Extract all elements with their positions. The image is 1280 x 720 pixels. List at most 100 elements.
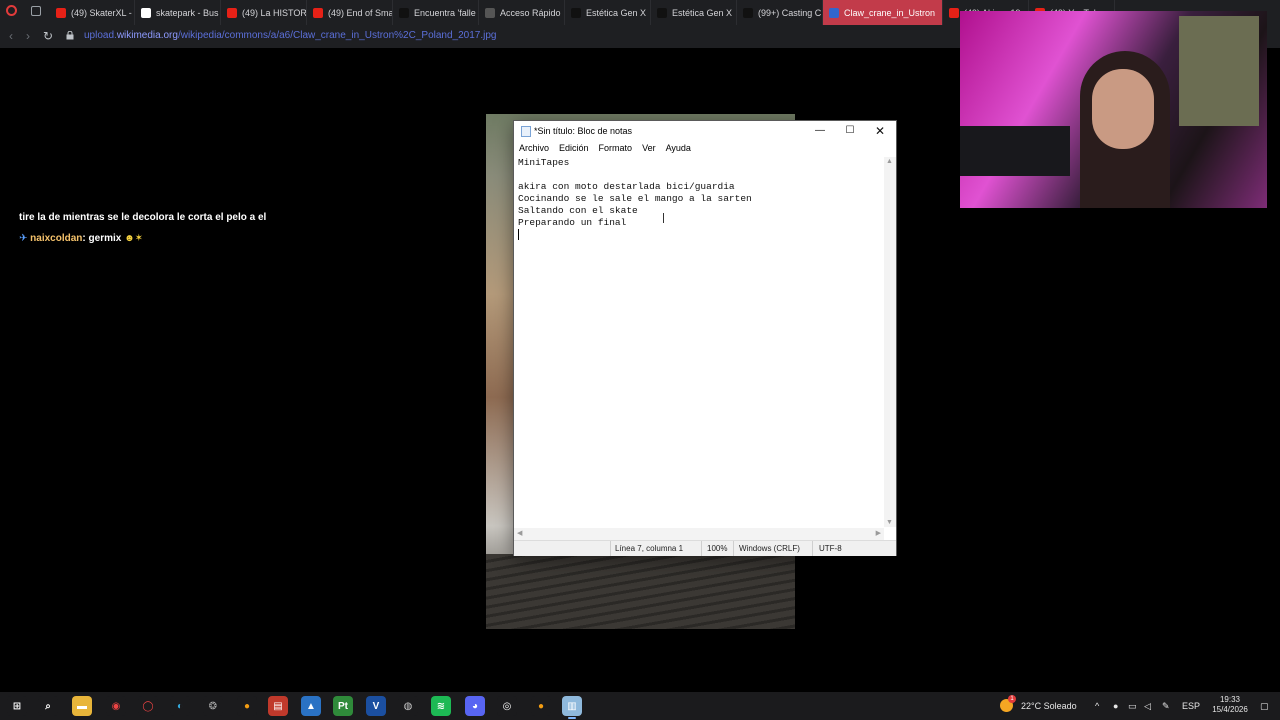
google-icon	[141, 7, 151, 18]
photos-icon[interactable]: ▲	[301, 696, 321, 716]
tab-search-icon[interactable]	[31, 6, 41, 16]
clock[interactable]: 19:33 15/4/2026	[1205, 695, 1255, 715]
pt-app-icon[interactable]: Pt	[333, 696, 353, 716]
menu-edicion[interactable]: Edición	[554, 141, 594, 156]
browser-tab[interactable]: skatepark - Bus	[135, 0, 221, 25]
menu-formato[interactable]: Formato	[594, 141, 638, 156]
menu-ayuda[interactable]: Ayuda	[661, 141, 696, 156]
forward-icon[interactable]: ›	[26, 29, 30, 43]
browser-tab[interactable]: (99+) Casting C	[737, 0, 823, 25]
youtube-icon	[227, 7, 237, 18]
tab-label: Estética Gen X	[672, 7, 733, 18]
vertical-scrollbar[interactable]: ▲ ▼	[884, 157, 896, 527]
chat-username: naixcoldan	[30, 233, 83, 244]
scroll-up-icon[interactable]: ▲	[886, 158, 893, 165]
youtube-icon	[56, 7, 66, 18]
opera-gx-icon[interactable]: ◯	[138, 696, 158, 716]
menu-ver[interactable]: Ver	[637, 141, 661, 156]
edge-icon[interactable]: ◐	[170, 696, 190, 716]
v-app-icon[interactable]: V	[366, 696, 386, 716]
tab-label: Encuentra 'falle	[414, 7, 476, 18]
notepad-titlebar[interactable]: *Sin título: Bloc de notas — ☐ ✕	[514, 121, 896, 141]
scroll-left-icon[interactable]: ◀	[517, 529, 522, 537]
text-line: akira con moto destarlada bici/guardia	[518, 181, 735, 192]
tab-label: (49) SkaterXL -	[71, 7, 132, 18]
lock-icon	[66, 31, 74, 40]
notepad-icon	[521, 126, 531, 137]
minimize-button[interactable]: —	[805, 121, 835, 141]
text-line: Saltando con el skate	[518, 205, 638, 216]
status-position: Línea 7, columna 1	[615, 544, 684, 553]
menu-archivo[interactable]: Archivo	[514, 141, 554, 156]
volume-icon[interactable]: ◁	[1144, 701, 1151, 712]
url-path: /wikipedia/commons/a/a6/Claw_crane_in_Us…	[177, 30, 497, 41]
status-eol: Windows (CRLF)	[739, 544, 800, 553]
chrome-icon[interactable]: ◉	[106, 696, 126, 716]
tab-label: Claw_crane_in_Ustron	[844, 7, 936, 18]
notepad-window: *Sin título: Bloc de notas — ☐ ✕ Archivo…	[514, 121, 896, 556]
opera-logo-icon[interactable]	[6, 5, 17, 16]
tiktok-icon	[743, 7, 753, 18]
notepad-icon[interactable]: ▥	[562, 696, 582, 719]
file-explorer-icon[interactable]: ▬	[72, 696, 92, 716]
browser-tab[interactable]: (49) SkaterXL -	[50, 0, 135, 25]
mouse-ibeam-cursor	[663, 213, 664, 223]
maximize-button[interactable]: ☐	[835, 121, 865, 141]
spotify-icon[interactable]: ≋	[431, 696, 451, 716]
chat-message-2: ✈ naixcoldan: germix ☻✶	[19, 233, 143, 244]
search-icon[interactable]: ⌕	[38, 696, 58, 716]
scroll-down-icon[interactable]: ▼	[886, 519, 893, 526]
app-orange-icon[interactable]: ●	[237, 696, 257, 716]
tray-chevron-icon[interactable]: ^	[1095, 701, 1099, 711]
browser-tab[interactable]: Claw_crane_in_Ustron	[823, 0, 943, 25]
network-icon[interactable]: ❂	[203, 696, 223, 716]
discord-icon[interactable]: ◕	[465, 696, 485, 716]
notifications-icon[interactable]: ▢	[1260, 701, 1269, 712]
windows-start-icon[interactable]: ⊞	[7, 696, 27, 716]
back-icon[interactable]: ‹	[9, 29, 13, 43]
chat-emote-icon: ☻✶	[124, 233, 144, 244]
notepad-text-area[interactable]: MiniTapes akira con moto destarlada bici…	[514, 157, 884, 527]
keyboard-instrument	[960, 126, 1070, 176]
language-indicator[interactable]: ESP	[1182, 701, 1200, 711]
weather-text[interactable]: 22°C Soleado	[1021, 701, 1077, 711]
status-encoding: UTF-8	[819, 544, 842, 553]
text-line: Cocinando se le sale el mango a la sarte…	[518, 193, 752, 204]
blender-icon[interactable]: ●	[531, 696, 551, 716]
grid-icon	[485, 7, 495, 18]
obs-icon[interactable]: ◍	[398, 696, 418, 716]
url-prefix: upload.	[84, 30, 117, 41]
pen-icon[interactable]: ✎	[1162, 701, 1170, 712]
tab-label: Acceso Rápido	[500, 7, 561, 18]
tiktok-icon	[571, 7, 581, 18]
notepad-status-bar: Línea 7, columna 1 100% Windows (CRLF) U…	[514, 540, 896, 556]
close-button[interactable]: ✕	[865, 121, 895, 141]
browser-tab[interactable]: Estética Gen X	[651, 0, 737, 25]
reload-icon[interactable]: ↻	[43, 29, 53, 43]
wikimedia-icon	[829, 7, 839, 18]
chat-message: tire la de mientras se le decolora le co…	[19, 212, 267, 223]
tiktok-icon	[399, 7, 409, 18]
url-host: wikimedia.org	[116, 30, 178, 41]
tiktok-icon	[657, 7, 667, 18]
text-line: Preparando un final	[518, 217, 627, 228]
text-line: MiniTapes	[518, 157, 570, 168]
microphone-icon[interactable]: ●	[1113, 701, 1118, 711]
wall-poster	[1179, 16, 1259, 126]
steam-icon[interactable]: ◎	[497, 696, 517, 716]
horizontal-scrollbar[interactable]: ◀ ▶	[514, 528, 884, 540]
text-caret	[518, 229, 519, 240]
browser-tab[interactable]: Encuentra 'falle	[393, 0, 479, 25]
url-field[interactable]: upload.wikimedia.org/wikipedia/commons/a…	[84, 30, 496, 41]
webcam-overlay	[960, 11, 1267, 208]
browser-tab[interactable]: Acceso Rápido	[479, 0, 565, 25]
browser-tab[interactable]: Estética Gen X	[565, 0, 651, 25]
browser-tab[interactable]: (49) La HISTOR	[221, 0, 307, 25]
windows-taskbar: ⊞ ⌕ ▬ ◉ ◯ ◐ ❂ ● ▤ ▲ Pt V ◍ ≋ ◕ ◎ ● ▥ 1 22°C Soleado ^ ● ▭…	[0, 692, 1280, 720]
voicemeeter-icon[interactable]: ▤	[268, 696, 288, 716]
scroll-right-icon[interactable]: ▶	[876, 529, 881, 537]
tab-label: skatepark - Bus	[156, 7, 219, 18]
streamer-face	[1092, 69, 1154, 149]
network-icon[interactable]: ▭	[1128, 701, 1137, 712]
browser-tab[interactable]: (49) End of Sma	[307, 0, 393, 25]
